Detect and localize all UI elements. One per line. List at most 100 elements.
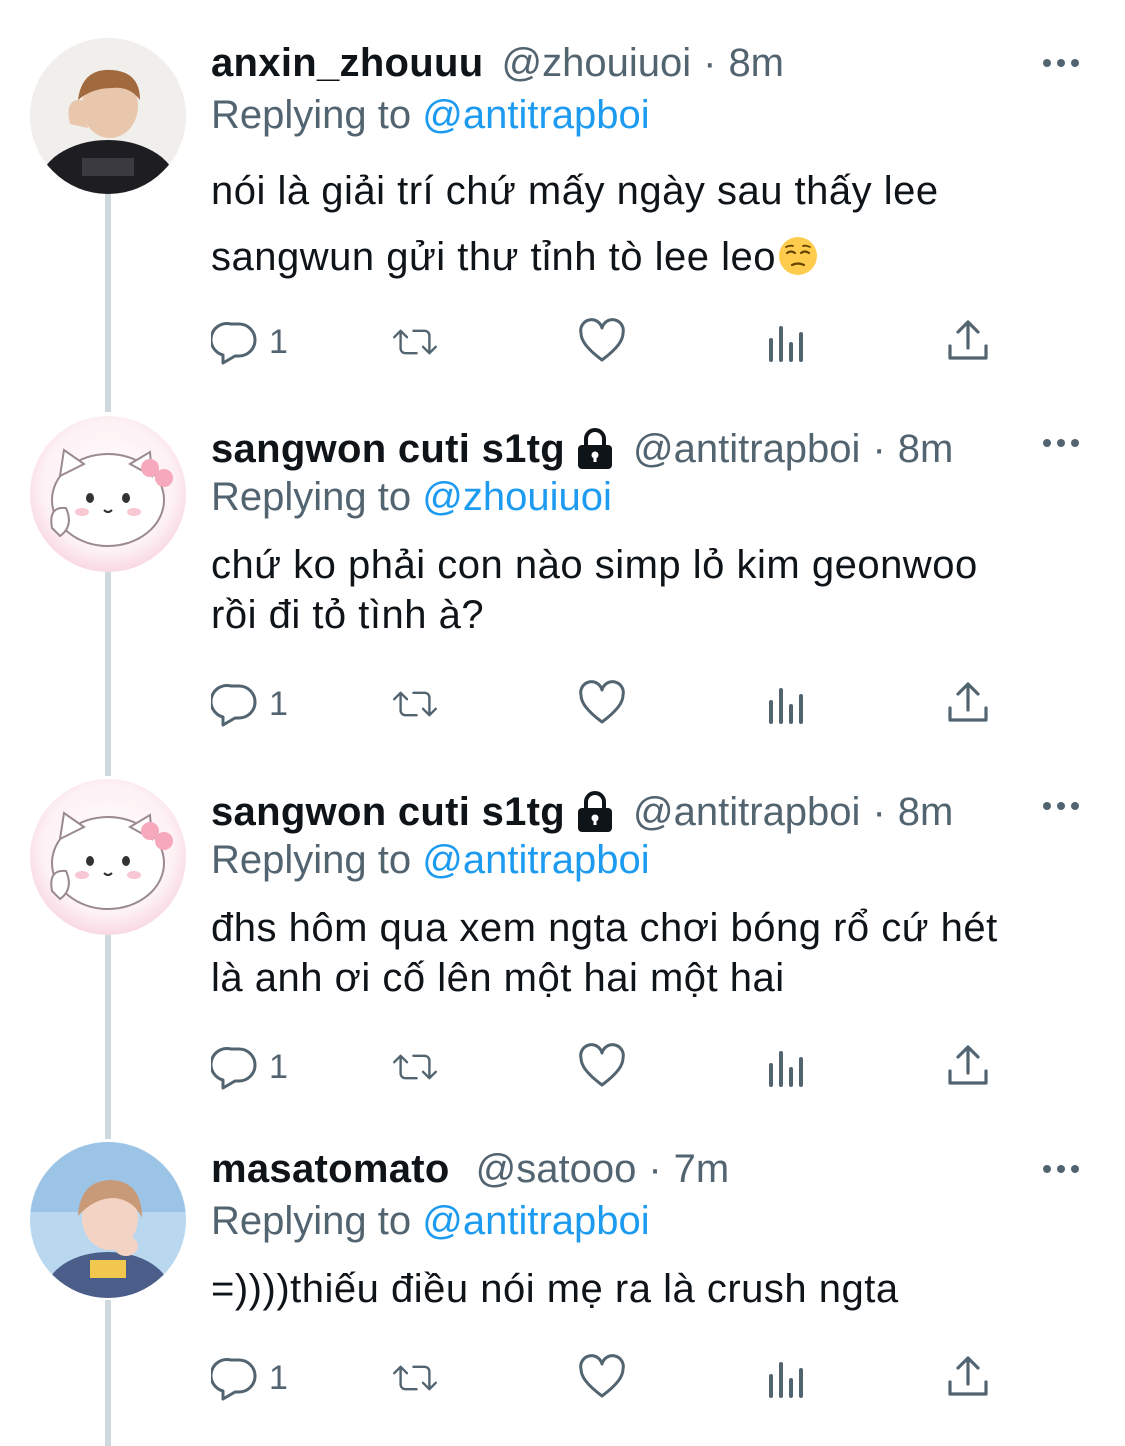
analytics-icon	[769, 1362, 803, 1398]
share-button[interactable]	[944, 1039, 992, 1095]
display-name[interactable]: anxin_zhouuu	[211, 38, 484, 88]
tweet-text-line: chứ ko phải con nào simp lỏ kim geonwoo	[211, 543, 978, 587]
share-icon	[948, 320, 988, 360]
like-icon	[579, 318, 625, 362]
replying-to-handle[interactable]: @zhouiuoi	[422, 475, 612, 519]
tweet-actions: 1	[211, 314, 1011, 370]
avatar[interactable]	[30, 416, 186, 572]
reply-button[interactable]: 1	[211, 314, 288, 370]
replying-to-label: Replying to	[211, 93, 412, 137]
share-icon	[948, 1045, 988, 1085]
tweet-text-line: rồi đi tỏ tình à?	[211, 593, 485, 637]
tweet-text-line: nói là giải trí chứ mấy ngày sau thấy le…	[211, 169, 939, 213]
like-icon	[579, 1043, 625, 1087]
replying-to-label: Replying to	[211, 838, 412, 882]
share-icon	[948, 682, 988, 722]
like-button[interactable]	[578, 314, 626, 370]
tweet-text: chứ ko phải con nào simp lỏ kim geonwoo …	[211, 540, 1081, 640]
user-handle[interactable]: @zhouiuoi	[502, 38, 692, 88]
user-handle[interactable]: @satooo	[476, 1144, 637, 1194]
reply-icon	[211, 684, 257, 727]
more-icon[interactable]	[1041, 48, 1081, 78]
tweet[interactable]: sangwon cuti s1tg @antitrapboi · 8m Repl…	[0, 416, 1125, 740]
tweet[interactable]: anxin_zhouuu @zhouiuoi · 8m Replying to …	[0, 38, 1125, 378]
tweet-header: anxin_zhouuu @zhouiuoi · 8m	[211, 38, 784, 88]
more-icon[interactable]	[1041, 428, 1081, 458]
retweet-button[interactable]	[391, 1350, 439, 1406]
reply-button[interactable]: 1	[211, 1350, 288, 1406]
reply-count: 1	[269, 1047, 288, 1086]
analytics-button[interactable]	[763, 676, 811, 732]
tweet[interactable]: sangwon cuti s1tg @antitrapboi · 8m Repl…	[0, 779, 1125, 1103]
reply-count: 1	[269, 1358, 288, 1397]
share-button[interactable]	[944, 314, 992, 370]
display-name[interactable]: sangwon cuti s1tg	[211, 424, 565, 474]
replying-to-label: Replying to	[211, 475, 412, 519]
separator-dot: ·	[872, 427, 886, 471]
avatar[interactable]	[30, 1142, 186, 1298]
timestamp[interactable]: 8m	[728, 38, 784, 88]
tweet-actions: 1	[211, 676, 1011, 732]
analytics-icon	[769, 1051, 803, 1087]
replying-to-handle[interactable]: @antitrapboi	[422, 93, 649, 137]
tweet-actions: 1	[211, 1350, 1011, 1406]
retweet-icon	[393, 1054, 437, 1080]
like-icon	[579, 680, 625, 724]
tweet-text-line: đhs hôm qua xem ngta chơi bóng rổ cứ hét	[211, 906, 998, 950]
tweet-text: =))))thiếu điều nói mẹ ra là crush ngta	[211, 1264, 1081, 1314]
tweet-header: sangwon cuti s1tg @antitrapboi · 8m	[211, 424, 953, 474]
tweet[interactable]: masatomato @satooo · 7m Replying to @ant…	[0, 1142, 1125, 1444]
user-handle[interactable]: @antitrapboi	[633, 424, 860, 474]
display-name[interactable]: sangwon cuti s1tg	[211, 787, 565, 837]
separator-dot: ·	[703, 41, 717, 85]
timestamp[interactable]: 8m	[898, 787, 954, 837]
tweet-header: sangwon cuti s1tg @antitrapboi · 8m	[211, 787, 953, 837]
timestamp[interactable]: 8m	[898, 424, 954, 474]
replying-to-handle[interactable]: @antitrapboi	[422, 838, 649, 882]
reply-icon	[211, 322, 257, 365]
avatar[interactable]	[30, 38, 186, 194]
display-name[interactable]: masatomato	[211, 1144, 450, 1194]
retweet-icon	[393, 1365, 437, 1391]
timestamp[interactable]: 7m	[674, 1144, 730, 1194]
reply-button[interactable]: 1	[211, 676, 288, 732]
replying-to-label: Replying to	[211, 1199, 412, 1243]
more-icon[interactable]	[1041, 1154, 1081, 1184]
retweet-icon	[393, 329, 437, 355]
retweet-button[interactable]	[391, 1039, 439, 1095]
analytics-icon	[769, 326, 803, 362]
pensive-face-emoji-icon	[778, 237, 817, 275]
analytics-button[interactable]	[763, 314, 811, 370]
tweet-text: nói là giải trí chứ mấy ngày sau thấy le…	[211, 158, 1081, 290]
separator-dot: ·	[872, 790, 886, 834]
reply-button[interactable]: 1	[211, 1039, 288, 1095]
replying-to-handle[interactable]: @antitrapboi	[422, 1199, 649, 1243]
reply-icon	[211, 1358, 257, 1401]
analytics-button[interactable]	[763, 1039, 811, 1095]
tweet-header: masatomato @satooo · 7m	[211, 1144, 729, 1194]
tweet-text: đhs hôm qua xem ngta chơi bóng rổ cứ hét…	[211, 903, 1081, 1003]
reply-icon	[211, 1047, 257, 1090]
retweet-icon	[393, 691, 437, 717]
tweet-text-line: là anh ơi cố lên một hai một hai	[211, 956, 785, 1000]
share-button[interactable]	[944, 676, 992, 732]
tweet-text-line-content: sangwun gửi thư tỉnh tò lee leo	[211, 235, 776, 279]
like-button[interactable]	[578, 676, 626, 732]
replying-to-line: Replying to @antitrapboi	[211, 1196, 650, 1246]
user-handle[interactable]: @antitrapboi	[633, 787, 860, 837]
retweet-button[interactable]	[391, 314, 439, 370]
retweet-button[interactable]	[391, 676, 439, 732]
more-icon[interactable]	[1041, 791, 1081, 821]
avatar[interactable]	[30, 779, 186, 935]
reply-count: 1	[269, 684, 288, 723]
lock-icon	[578, 428, 613, 469]
share-icon	[948, 1356, 988, 1396]
analytics-button[interactable]	[763, 1350, 811, 1406]
tweet-text-line: sangwun gửi thư tỉnh tò lee leo	[211, 224, 1081, 290]
replying-to-line: Replying to @antitrapboi	[211, 90, 650, 140]
like-button[interactable]	[578, 1039, 626, 1095]
tweet-text-line: =))))thiếu điều nói mẹ ra là crush ngta	[211, 1267, 899, 1311]
share-button[interactable]	[944, 1350, 992, 1406]
like-button[interactable]	[578, 1350, 626, 1406]
like-icon	[579, 1354, 625, 1398]
